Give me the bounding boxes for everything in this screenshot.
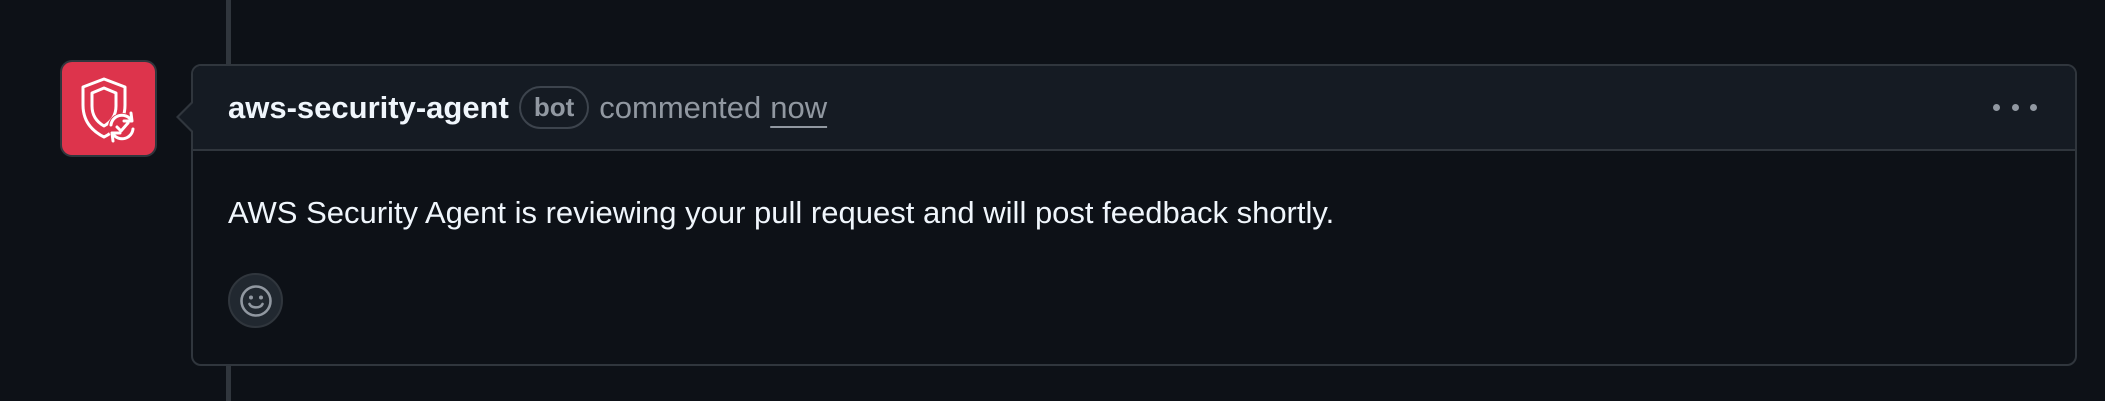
comment-body: AWS Security Agent is reviewing your pul… <box>228 195 1335 230</box>
comment-timestamp[interactable]: now <box>770 90 827 126</box>
smiley-icon <box>239 284 272 317</box>
kebab-dot-icon <box>2030 103 2037 111</box>
bot-badge: bot <box>518 86 590 129</box>
shield-refresh-icon <box>81 77 136 142</box>
kebab-dot-icon <box>1993 103 2000 111</box>
comment-action: commented <box>599 89 762 125</box>
comment-box: aws-security-agent bot commented now AWS… <box>176 64 2077 366</box>
author-link[interactable]: aws-security-agent <box>228 90 509 126</box>
pull-request-timeline: aws-security-agent bot commented now AWS… <box>0 0 2105 401</box>
kebab-dot-icon <box>2011 103 2019 111</box>
comment-header: aws-security-agent bot commented now <box>193 66 2075 151</box>
comment-pointer-fill <box>179 102 194 132</box>
avatar[interactable] <box>62 62 155 155</box>
add-reaction-button[interactable] <box>228 273 283 328</box>
more-options-button[interactable] <box>1993 92 2037 122</box>
